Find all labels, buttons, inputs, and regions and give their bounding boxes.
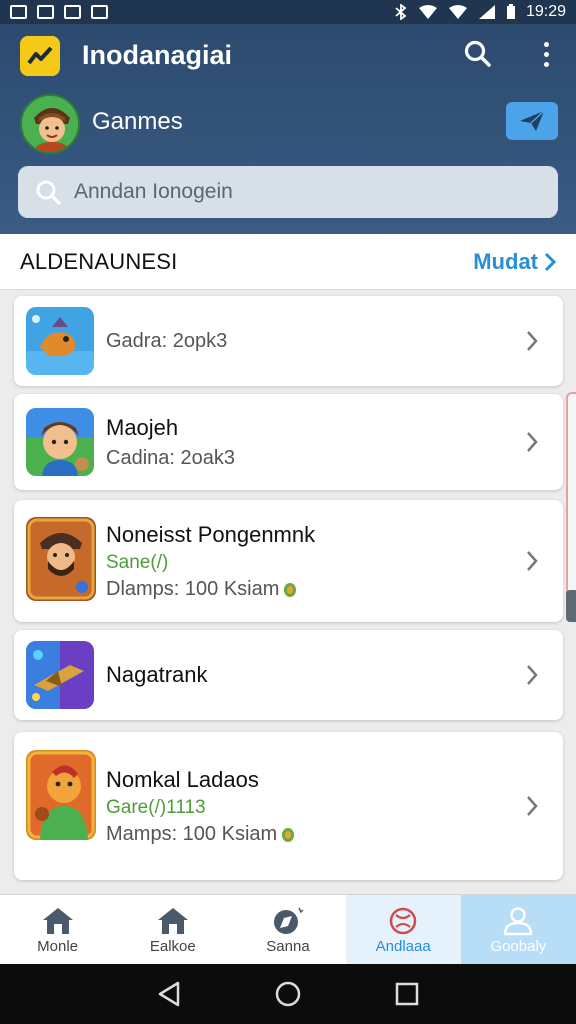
app-header: Inodanagiai Ganmes [0,24,576,234]
nav-label: Monle [37,937,79,955]
nav-label: Andlaaa [375,937,431,955]
game-thumbnail [26,517,96,601]
home-icon [157,907,188,934]
item-title: Noneisst Pongenmnk [106,521,316,547]
app-title: Inodanagiai [82,40,233,70]
battery-icon [506,4,515,19]
nav-label: Goobaly [490,937,547,955]
chevron-right-icon [527,665,538,685]
game-list: Gadra: 2opk3 Maojeh Cadina: 2oak3 Noneis… [0,290,576,894]
game-thumbnail [26,307,94,375]
coin-icon [282,828,295,842]
nav-label: Ealkoe [149,937,196,955]
chevron-right-icon [527,331,538,351]
item-title: Nomkal Ladaos [106,766,259,792]
item-title: Nagatrank [106,662,208,687]
ball-icon [389,907,417,934]
bottom-navigation: Monle Ealkoe Sanna Andlaaa Goobaly [0,894,576,965]
search-icon[interactable] [462,38,494,70]
profile-icon [504,906,533,935]
notification-icon [91,5,108,19]
status-time: 19:29 [525,3,566,20]
item-title: Maojeh [106,414,179,440]
coin-icon [284,583,297,597]
more-options-icon[interactable] [534,38,558,70]
system-navigation-bar [0,964,576,1024]
send-button[interactable] [506,102,558,140]
scrollbar-thumb[interactable] [566,590,576,622]
more-link[interactable]: Mudat [473,249,556,275]
search-input[interactable] [74,180,514,204]
home-icon [42,907,73,934]
chevron-right-icon [544,252,556,271]
item-meta: Mamps: 100 Ksiam [106,822,278,845]
wifi-icon [448,5,467,19]
chevron-right-icon [527,796,538,816]
list-item[interactable]: Gadra: 2opk3 [14,296,563,386]
notification-icon [37,5,54,19]
nav-tab-sanna[interactable]: Sanna [230,895,345,965]
home-button-icon[interactable] [274,980,302,1008]
section-header: ALDENAUNESI Mudat [0,234,576,290]
game-thumbnail [26,750,96,840]
game-thumbnail [26,408,94,476]
send-icon [520,110,545,131]
item-status: Gare(/)1113 [106,796,206,818]
list-item[interactable]: Nagatrank [14,630,563,720]
item-subtitle: Cadina: 2oak3 [106,446,235,469]
chevron-right-icon [527,432,538,452]
back-icon[interactable] [156,980,182,1008]
list-item[interactable]: Nomkal Ladaos Gare(/)1113 Mamps: 100 Ksi… [14,732,563,880]
nav-tab-monle[interactable]: Monle [0,895,115,965]
chevron-right-icon [527,551,538,571]
game-thumbnail [26,641,94,709]
section-title: ALDENAUNESI [20,248,178,274]
signal-icon [478,5,495,19]
nav-tab-ealkoe[interactable]: Ealkoe [115,895,230,965]
item-status: Sane(/) [106,551,169,573]
avatar[interactable] [20,94,80,154]
app-logo-icon [20,36,60,76]
compass-icon [273,907,304,934]
item-subtitle: Gadra: 2opk3 [106,329,228,352]
nav-tab-andlaaa[interactable]: Andlaaa [345,895,461,965]
user-name: Ganmes [92,108,183,135]
more-link-label: Mudat [473,248,538,274]
nav-label: Sanna [266,937,310,955]
image-notification-icon [64,5,81,19]
list-item[interactable]: Maojeh Cadina: 2oak3 [14,394,563,490]
wifi-icon [418,5,437,19]
status-bar: 19:29 [0,0,576,24]
search-icon [36,180,61,205]
recents-icon[interactable] [394,981,420,1007]
search-bar[interactable] [18,166,558,218]
list-item[interactable]: Noneisst Pongenmnk Sane(/) Dlamps: 100 K… [14,500,563,622]
item-meta: Dlamps: 100 Ksiam [106,577,280,600]
bluetooth-icon [395,4,407,20]
scrollbar-track[interactable] [566,392,576,622]
notification-icon [10,5,27,19]
nav-tab-goobaly[interactable]: Goobaly [460,895,576,965]
